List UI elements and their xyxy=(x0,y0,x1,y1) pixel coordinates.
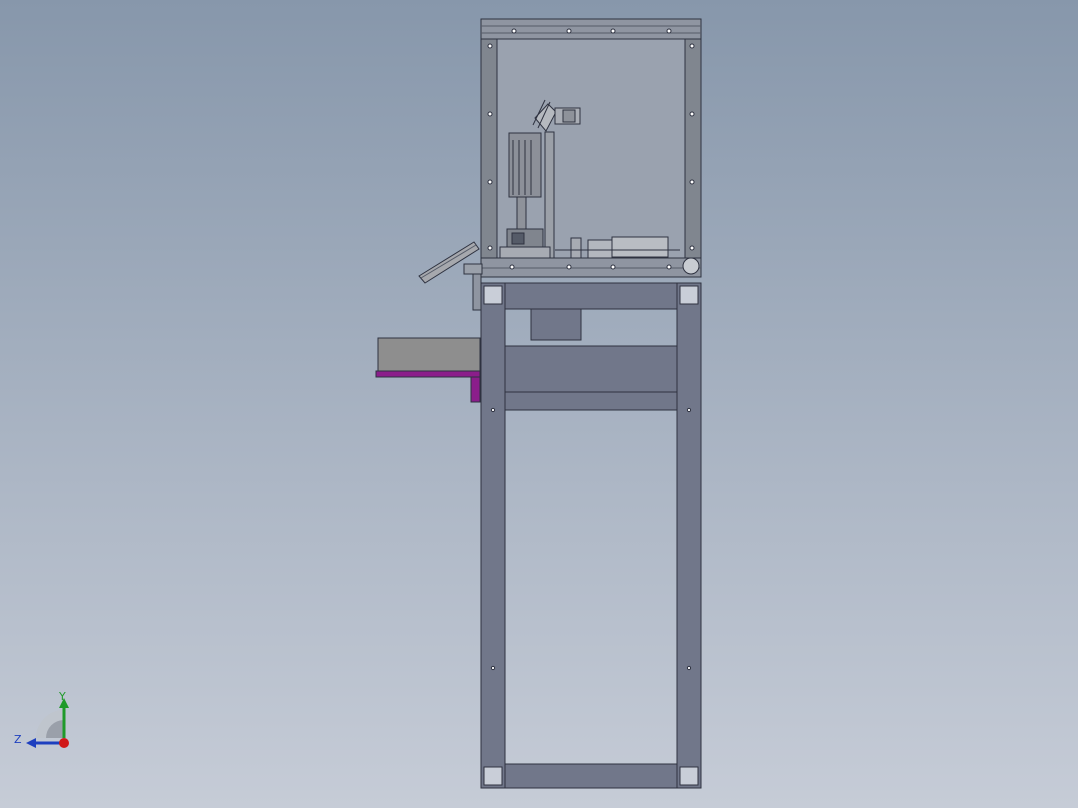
frame-bottom-beam xyxy=(504,763,678,789)
z-axis-label: Z xyxy=(14,733,22,746)
coordinate-triad: Y Z xyxy=(14,690,69,748)
corner-block-bottom-left xyxy=(483,766,503,786)
side-tray xyxy=(377,337,481,372)
frame-bolts xyxy=(490,407,692,671)
frame-lower-beam xyxy=(504,391,678,411)
frame-top-beam xyxy=(504,282,678,310)
frame-right-leg xyxy=(676,282,702,789)
corner-block-bottom-right xyxy=(679,766,699,786)
x-axis-point-icon xyxy=(59,738,69,748)
frame-left-leg xyxy=(480,282,506,789)
y-axis-label: Y xyxy=(58,690,66,703)
enclosure-right-post xyxy=(684,38,702,278)
cad-graphics-viewport[interactable]: Y Z xyxy=(0,0,1078,808)
corner-block-top-left xyxy=(483,285,503,305)
tray-bracket-leg xyxy=(470,376,481,403)
panel-mount xyxy=(463,263,483,275)
panel-mount-foot xyxy=(472,273,482,311)
enclosure-left-post xyxy=(480,38,498,278)
z-axis-arrow-icon xyxy=(26,738,36,748)
corner-block-top-right xyxy=(679,285,699,305)
control-box xyxy=(530,308,582,341)
tray-bracket xyxy=(375,370,481,378)
machine-model-side-view[interactable] xyxy=(0,0,1078,808)
frame-mid-beam xyxy=(504,345,678,393)
adjustment-knob xyxy=(682,257,700,275)
